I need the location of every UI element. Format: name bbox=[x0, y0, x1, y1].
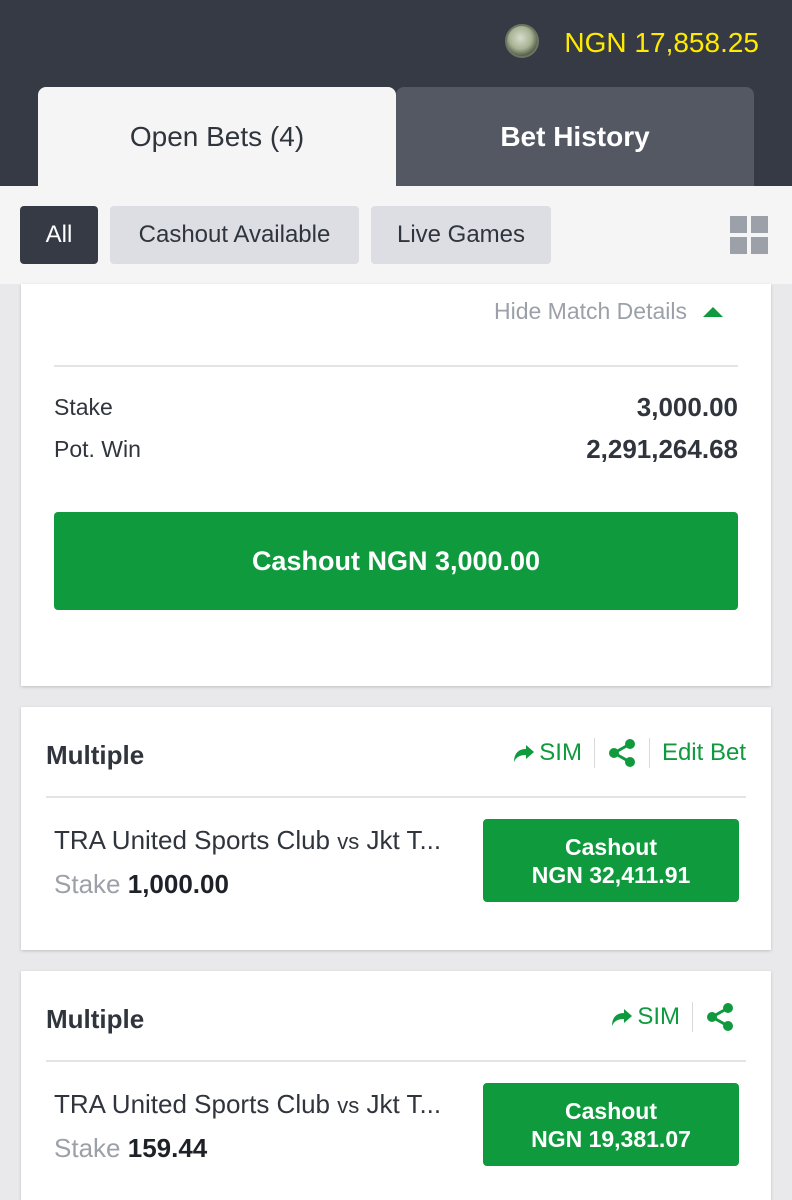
vs-label: vs bbox=[337, 829, 360, 854]
filter-all[interactable]: All bbox=[20, 206, 98, 264]
pot-win-value: 2,291,264.68 bbox=[586, 434, 738, 464]
separator bbox=[692, 1002, 693, 1032]
home-team: TRA United Sports Club bbox=[54, 825, 331, 855]
cashout-label: Cashout bbox=[565, 1097, 657, 1124]
sim-label: SIM bbox=[539, 739, 582, 766]
divider bbox=[54, 365, 738, 367]
account-balance: NGN 17,858.25 bbox=[564, 27, 759, 58]
cashout-button[interactable]: Cashout NGN 3,000.00 bbox=[54, 512, 738, 610]
stake-line: Stake 159.44 bbox=[54, 1133, 207, 1164]
share-arrow-icon bbox=[514, 745, 535, 762]
stake-amount: 159.44 bbox=[127, 1133, 208, 1163]
bet-type-title: Multiple bbox=[46, 740, 145, 770]
tab-bet-history[interactable]: Bet History bbox=[396, 87, 754, 186]
user-avatar[interactable] bbox=[505, 24, 539, 58]
stake-label: Stake bbox=[54, 394, 113, 420]
cashout-amount: NGN 19,381.07 bbox=[531, 1125, 691, 1152]
hide-match-details-toggle[interactable]: Hide Match Details bbox=[494, 298, 723, 325]
sim-label: SIM bbox=[637, 1003, 680, 1030]
stake-value: 3,000.00 bbox=[636, 392, 738, 422]
filter-bar: All Cashout Available Live Games bbox=[0, 186, 792, 284]
stake-line: Stake 1,000.00 bbox=[54, 869, 229, 900]
cashout-button[interactable]: Cashout NGN 32,411.91 bbox=[483, 819, 739, 902]
top-header: NGN 17,858.25 Open Bets (4) Bet History bbox=[0, 0, 792, 186]
filter-live-games[interactable]: Live Games bbox=[371, 206, 551, 264]
away-team: Jkt T... bbox=[366, 1089, 442, 1119]
share-button[interactable] bbox=[705, 1002, 735, 1032]
share-arrow-icon bbox=[612, 1009, 633, 1026]
divider bbox=[46, 1060, 746, 1062]
grid-view-icon[interactable] bbox=[730, 216, 768, 254]
bet-card: Multiple SIM TRA United Sports Club vs J… bbox=[21, 971, 771, 1200]
cashout-button[interactable]: Cashout NGN 19,381.07 bbox=[483, 1083, 739, 1166]
bet-card-expanded: Hide Match Details Stake 3,000.00 Pot. W… bbox=[21, 284, 771, 686]
share-icon bbox=[707, 1003, 733, 1031]
sim-button[interactable]: SIM bbox=[513, 739, 582, 767]
bet-actions: SIM bbox=[611, 1002, 735, 1032]
match-name[interactable]: TRA United Sports Club vs Jkt T... bbox=[54, 825, 441, 856]
away-team: Jkt T... bbox=[366, 825, 442, 855]
hide-details-label: Hide Match Details bbox=[493, 298, 687, 324]
match-name[interactable]: TRA United Sports Club vs Jkt T... bbox=[54, 1089, 441, 1120]
bet-type-title: Multiple bbox=[46, 1004, 145, 1034]
vs-label: vs bbox=[337, 1093, 360, 1118]
cashout-label: Cashout bbox=[565, 833, 657, 860]
edit-bet-link[interactable]: Edit Bet bbox=[662, 739, 746, 767]
tab-open-bets[interactable]: Open Bets (4) bbox=[38, 87, 396, 186]
separator bbox=[593, 738, 595, 768]
stake-label: Stake bbox=[54, 1133, 121, 1163]
stake-amount: 1,000.00 bbox=[127, 869, 229, 899]
bet-card: Multiple SIM Edit Bet TRA United Sports … bbox=[21, 707, 771, 950]
filter-cashout-available[interactable]: Cashout Available bbox=[110, 206, 359, 264]
caret-up-icon bbox=[703, 306, 723, 317]
cashout-amount: NGN 32,411.91 bbox=[531, 861, 691, 888]
home-team: TRA United Sports Club bbox=[54, 1089, 331, 1119]
separator bbox=[648, 738, 650, 768]
sim-button[interactable]: SIM bbox=[611, 1003, 680, 1031]
pot-win-label: Pot. Win bbox=[54, 436, 141, 462]
share-icon bbox=[608, 739, 635, 767]
stake-label: Stake bbox=[54, 869, 121, 899]
divider bbox=[46, 796, 746, 798]
share-button[interactable] bbox=[607, 738, 637, 768]
bet-actions: SIM Edit Bet bbox=[513, 738, 746, 768]
